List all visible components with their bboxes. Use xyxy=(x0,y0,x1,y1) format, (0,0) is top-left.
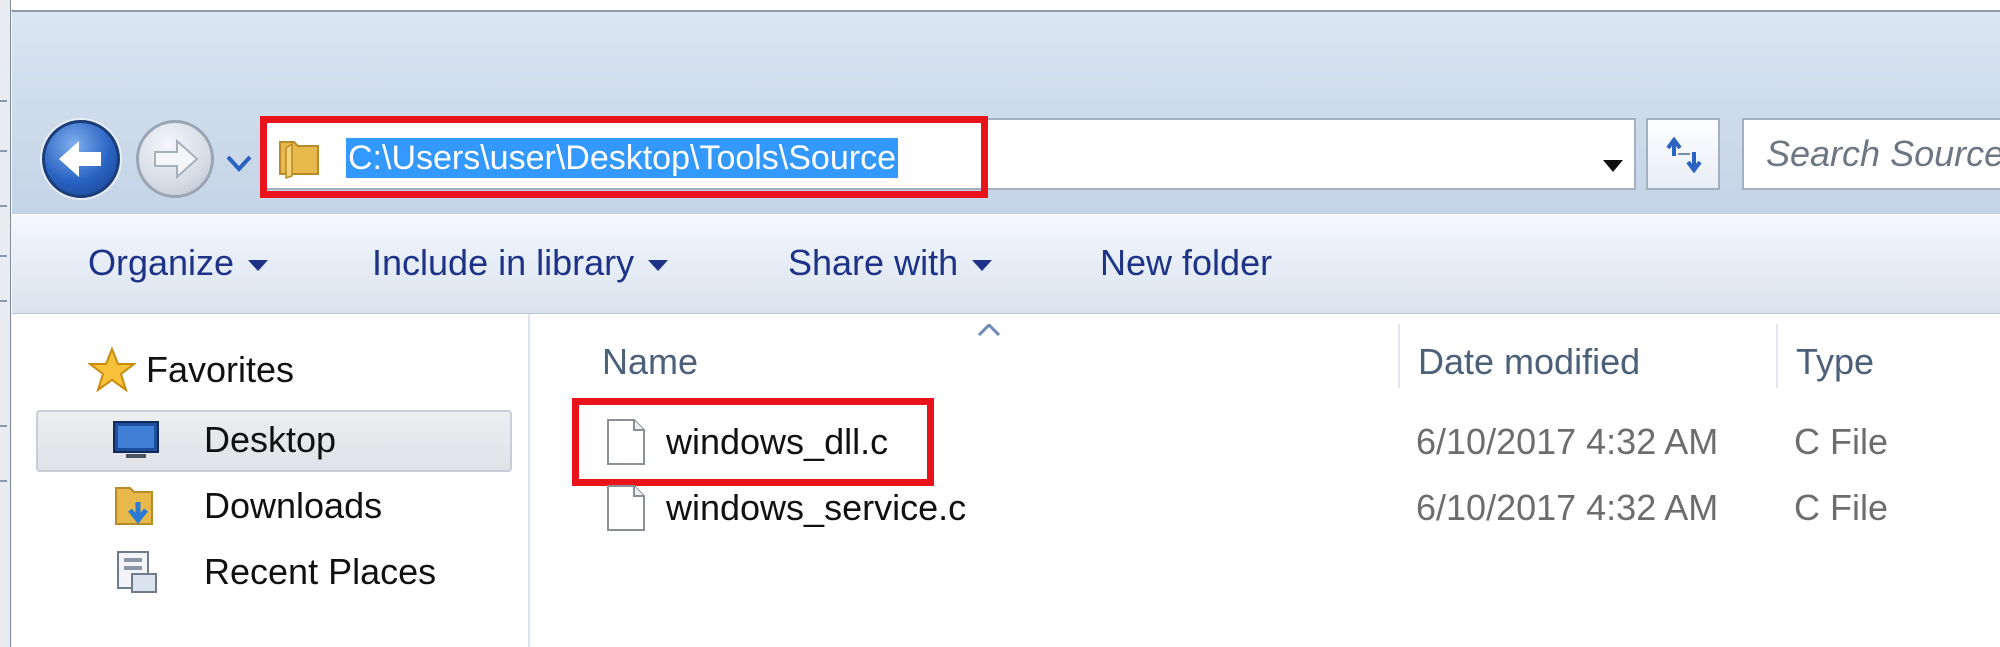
c-file-icon xyxy=(607,485,645,531)
address-path[interactable]: C:\Users\user\Desktop\Tools\Source xyxy=(346,138,898,178)
address-dropdown-icon[interactable] xyxy=(1602,159,1624,173)
tick xyxy=(0,480,7,482)
file-row[interactable]: windows_service.c 6/10/2017 4:32 AM C Fi… xyxy=(530,478,2000,538)
file-name: windows_dll.c xyxy=(666,421,889,462)
organize-menu[interactable]: Organize xyxy=(88,242,269,283)
column-header-type[interactable]: Type xyxy=(1796,342,1874,382)
nav-item-label: Recent Places xyxy=(204,551,437,592)
chevron-down-icon xyxy=(648,259,669,271)
file-type: C File xyxy=(1794,421,1889,462)
back-arrow-icon xyxy=(59,141,101,177)
new-folder-label: New folder xyxy=(1100,242,1273,283)
recent-places-icon xyxy=(117,551,157,593)
share-with-menu[interactable]: Share with xyxy=(788,242,993,283)
file-date-modified: 6/10/2017 4:32 AM xyxy=(1416,487,1719,528)
sort-ascending-icon xyxy=(978,324,1000,336)
downloads-folder-icon xyxy=(115,487,153,525)
include-in-library-menu[interactable]: Include in library xyxy=(372,242,669,283)
share-with-label: Share with xyxy=(788,242,959,283)
tick xyxy=(0,150,7,152)
nav-item-recent-places[interactable]: Recent Places xyxy=(112,542,508,602)
tick xyxy=(0,425,7,427)
folder-icon xyxy=(279,141,319,180)
back-button[interactable] xyxy=(42,120,120,198)
new-folder-button[interactable]: New folder xyxy=(1100,243,1272,283)
nav-item-label: Downloads xyxy=(204,485,383,526)
file-list: Name Date modified Type windows_dll.c 6/… xyxy=(530,314,2000,647)
chevron-down-icon xyxy=(248,259,269,271)
tick xyxy=(0,100,7,102)
column-divider[interactable] xyxy=(1398,324,1400,388)
explorer-window: C:\Users\user\Desktop\Tools\Source Searc… xyxy=(12,10,2000,647)
tick xyxy=(0,205,7,207)
background-window-edge-left xyxy=(0,0,11,647)
column-divider[interactable] xyxy=(1776,324,1778,388)
forward-button[interactable] xyxy=(136,120,214,198)
organize-label: Organize xyxy=(88,242,235,283)
file-row[interactable]: windows_dll.c 6/10/2017 4:32 AM C File xyxy=(530,412,2000,472)
refresh-icon xyxy=(1666,136,1702,174)
column-header-date-modified[interactable]: Date modified xyxy=(1418,342,1640,382)
file-date-modified: 6/10/2017 4:32 AM xyxy=(1416,421,1719,462)
nav-item-label: Desktop xyxy=(204,419,337,460)
recent-pages-dropdown-icon[interactable] xyxy=(226,153,252,173)
star-icon xyxy=(88,346,136,393)
search-placeholder: Search Source xyxy=(1766,133,2000,174)
chevron-down-icon xyxy=(972,259,993,271)
screenshot: C:\Users\user\Desktop\Tools\Source Searc… xyxy=(0,0,2000,647)
search-box[interactable]: Search Source xyxy=(1742,118,2000,190)
c-file-icon xyxy=(607,419,645,465)
nav-item-downloads[interactable]: Downloads xyxy=(112,476,508,536)
tick xyxy=(0,255,7,257)
nav-item-desktop[interactable]: Desktop xyxy=(112,410,508,470)
file-name: windows_service.c xyxy=(666,487,967,528)
column-header-name[interactable]: Name xyxy=(602,342,698,382)
forward-arrow-icon xyxy=(154,138,199,180)
include-in-library-label: Include in library xyxy=(372,242,635,283)
tick xyxy=(0,300,7,302)
favorites-header[interactable]: Favorites xyxy=(88,340,508,400)
refresh-button[interactable] xyxy=(1646,118,1720,190)
command-bar: Organize Include in library Share with N… xyxy=(12,214,2000,315)
desktop-icon xyxy=(113,421,159,458)
favorites-label: Favorites xyxy=(146,349,295,390)
file-type: C File xyxy=(1794,487,1889,528)
navigation-pane: Favorites Desktop Downloads Recent Place… xyxy=(12,314,530,647)
